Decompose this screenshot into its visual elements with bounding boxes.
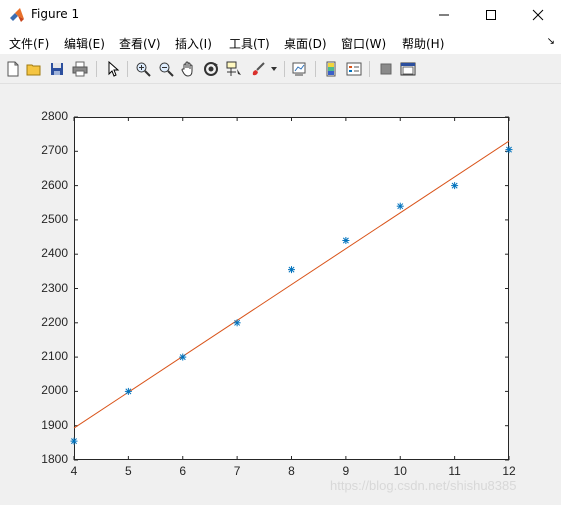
colorbar-icon bbox=[326, 61, 336, 77]
menu-insert[interactable]: 插入(I) bbox=[175, 35, 212, 52]
data-cursor-icon bbox=[226, 61, 241, 76]
x-tick-label: 9 bbox=[342, 464, 350, 478]
menu-overflow-icon[interactable]: ↘ bbox=[547, 36, 555, 47]
x-tick-label: 8 bbox=[288, 464, 295, 478]
menu-window[interactable]: 窗口(W) bbox=[341, 35, 386, 52]
menu-bar: 文件(F) 编辑(E) 查看(V) 插入(I) 工具(T) 桌面(D) 窗口(W… bbox=[0, 30, 561, 55]
rotate-3d-icon bbox=[204, 62, 218, 76]
toolbar-separator bbox=[96, 61, 97, 77]
brush-icon bbox=[252, 62, 265, 76]
show-plot-tools-icon bbox=[400, 62, 416, 76]
y-tick-label: 2700 bbox=[41, 143, 68, 158]
x-tick-label: 5 bbox=[125, 464, 132, 478]
close-icon bbox=[532, 9, 544, 21]
zoom-out-icon bbox=[159, 62, 174, 77]
menu-edit[interactable]: 编辑(E) bbox=[64, 35, 105, 52]
save-icon bbox=[51, 63, 63, 75]
select-button[interactable] bbox=[103, 59, 123, 79]
minimize-button[interactable] bbox=[421, 0, 467, 30]
save-button[interactable] bbox=[47, 59, 67, 79]
select-arrow-icon bbox=[108, 61, 120, 77]
maximize-button[interactable] bbox=[468, 0, 514, 30]
legend-button[interactable] bbox=[344, 59, 364, 79]
menu-tools[interactable]: 工具(T) bbox=[229, 35, 270, 52]
link-plot-icon bbox=[292, 62, 306, 76]
menu-help[interactable]: 帮助(H) bbox=[402, 35, 444, 52]
pan-button[interactable] bbox=[178, 59, 198, 79]
print-button[interactable] bbox=[70, 59, 90, 79]
y-tick-label: 2800 bbox=[41, 109, 68, 123]
toolbar-separator bbox=[315, 61, 316, 77]
minimize-icon bbox=[439, 14, 449, 16]
menu-desktop[interactable]: 桌面(D) bbox=[284, 35, 327, 52]
hide-plot-tools-button[interactable] bbox=[376, 59, 396, 79]
axes-box[interactable] bbox=[74, 117, 509, 460]
brush-dropdown-button[interactable] bbox=[268, 59, 280, 79]
y-tick-label: 2300 bbox=[41, 280, 68, 295]
toolbar-separator bbox=[369, 61, 370, 77]
menu-file[interactable]: 文件(F) bbox=[9, 35, 49, 52]
y-tick-label: 2500 bbox=[41, 211, 68, 226]
window-title: Figure 1 bbox=[31, 7, 80, 21]
pan-hand-icon bbox=[181, 61, 193, 77]
new-figure-icon bbox=[7, 61, 19, 77]
y-tick-label: 2000 bbox=[41, 383, 68, 398]
title-bar: Figure 1 bbox=[0, 0, 561, 30]
print-icon bbox=[72, 61, 88, 77]
hide-plot-tools-icon bbox=[380, 63, 392, 75]
maximize-icon bbox=[486, 10, 496, 20]
x-tick-label: 4 bbox=[70, 464, 78, 478]
matlab-logo-icon bbox=[10, 8, 24, 22]
y-tick-label: 2200 bbox=[41, 314, 68, 329]
watermark-text: https://blog.csdn.net/shishu8385 bbox=[330, 478, 517, 493]
data-cursor-button[interactable] bbox=[224, 59, 244, 79]
x-tick-label: 11 bbox=[448, 464, 461, 478]
legend-icon bbox=[346, 62, 362, 76]
show-plot-tools-button[interactable] bbox=[398, 59, 418, 79]
x-tick-label: 12 bbox=[502, 464, 516, 478]
close-button[interactable] bbox=[515, 0, 561, 30]
zoom-out-button[interactable] bbox=[156, 59, 176, 79]
menu-view[interactable]: 查看(V) bbox=[119, 35, 161, 52]
x-tick-label: 7 bbox=[233, 464, 241, 478]
zoom-in-icon bbox=[136, 62, 151, 77]
y-tick-label: 1900 bbox=[41, 417, 68, 432]
x-tick-label: 6 bbox=[179, 464, 187, 478]
figure-toolbar bbox=[0, 55, 561, 84]
y-tick-label: 2600 bbox=[41, 177, 68, 192]
brush-button[interactable] bbox=[248, 59, 268, 79]
y-tick-label: 1800 bbox=[41, 452, 68, 466]
colorbar-button[interactable] bbox=[321, 59, 341, 79]
brush-dropdown-icon bbox=[271, 67, 277, 71]
new-figure-button[interactable] bbox=[3, 59, 23, 79]
link-plot-button[interactable] bbox=[289, 59, 309, 79]
y-tick-label: 2400 bbox=[41, 246, 68, 261]
open-file-icon bbox=[26, 64, 41, 76]
toolbar-separator bbox=[284, 61, 285, 77]
y-tick-label: 2100 bbox=[41, 349, 68, 364]
toolbar-separator bbox=[127, 61, 128, 77]
open-file-button[interactable] bbox=[24, 59, 44, 79]
zoom-in-button[interactable] bbox=[133, 59, 153, 79]
x-tick-label: 10 bbox=[393, 464, 407, 478]
rotate-3d-button[interactable] bbox=[201, 59, 221, 79]
